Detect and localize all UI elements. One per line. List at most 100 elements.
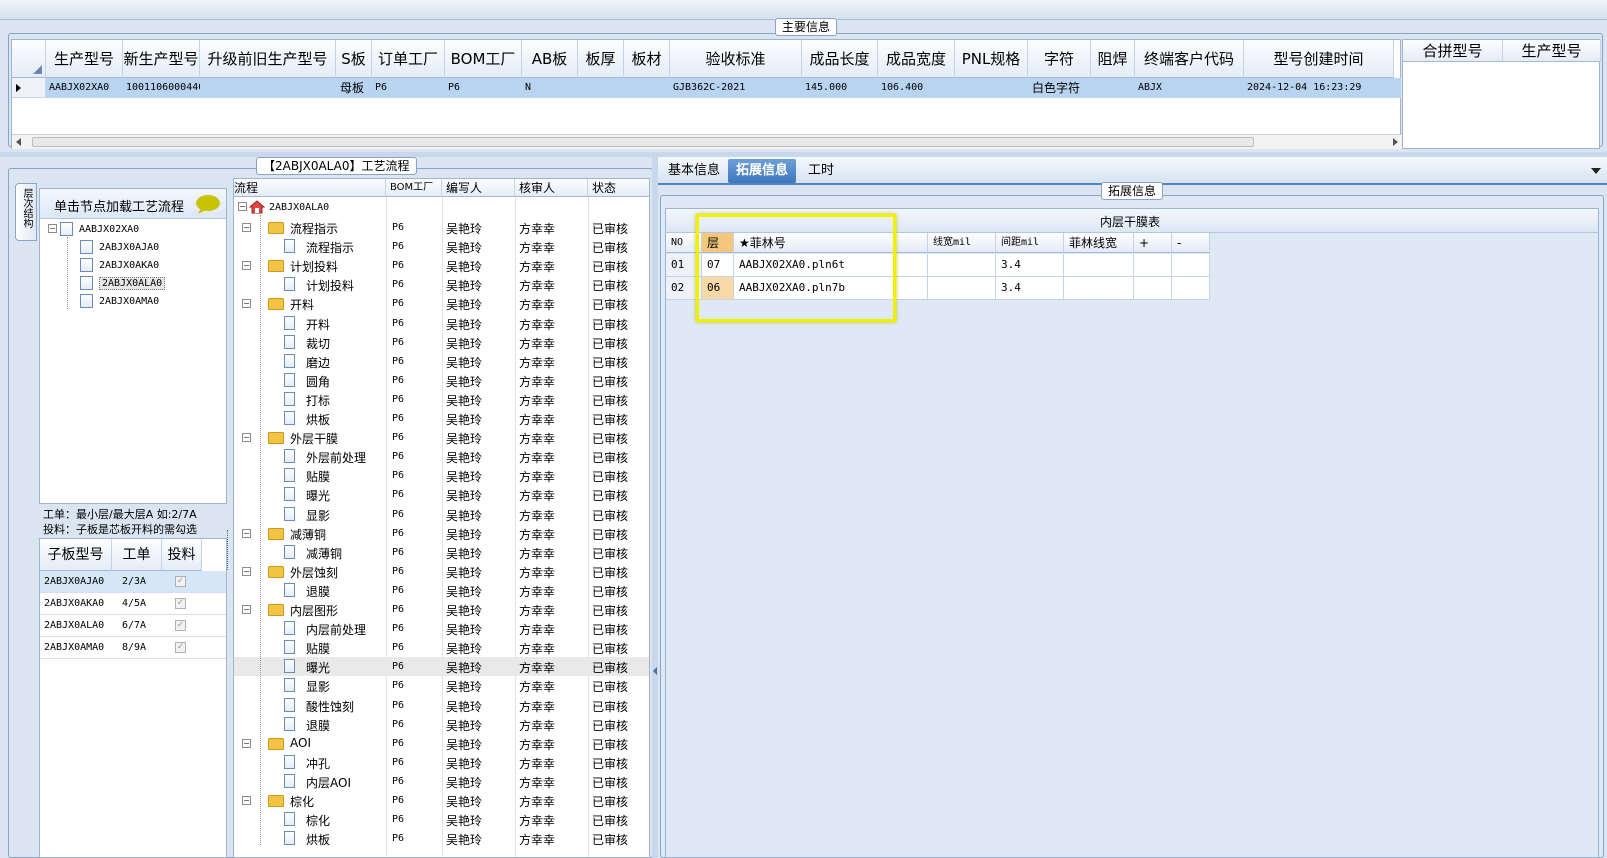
main-col-header[interactable]: 新生产型号 bbox=[123, 40, 200, 78]
flow-row[interactable]: − 流程指示 P6 吴艳玲 方幸幸 已审核 bbox=[234, 218, 649, 237]
dryfilm-cell[interactable] bbox=[1064, 254, 1134, 277]
dryfilm-cell[interactable] bbox=[928, 277, 996, 300]
collapse-icon[interactable]: − bbox=[242, 299, 251, 309]
feed-checkbox[interactable]: ✓ bbox=[175, 576, 186, 587]
main-col-header[interactable]: 验收标准 bbox=[670, 40, 802, 78]
flow-col-header[interactable]: 流程 bbox=[234, 179, 386, 197]
flow-row[interactable]: 显影 P6 吴艳玲 方幸幸 已审核 bbox=[234, 505, 649, 524]
flow-row[interactable]: 外层前处理 P6 吴艳玲 方幸幸 已审核 bbox=[234, 447, 649, 466]
flow-row[interactable]: − 内层图形 P6 吴艳玲 方幸幸 已审核 bbox=[234, 600, 649, 619]
main-cell[interactable]: 106.400 bbox=[878, 78, 955, 98]
main-cell[interactable]: P6 bbox=[372, 78, 445, 98]
main-col-header[interactable]: 型号创建时间 bbox=[1244, 40, 1394, 78]
flow-row[interactable]: 裁切 P6 吴艳玲 方幸幸 已审核 bbox=[234, 333, 649, 352]
main-cell[interactable] bbox=[624, 78, 670, 98]
flow-row[interactable]: 内层前处理 P6 吴艳玲 方幸幸 已审核 bbox=[234, 619, 649, 638]
dryfilm-col-header[interactable]: 间距mil bbox=[996, 233, 1064, 253]
dryfilm-action-cell[interactable] bbox=[1172, 277, 1210, 300]
flow-row[interactable]: 圆角 P6 吴艳玲 方幸幸 已审核 bbox=[234, 371, 649, 390]
splitter-handle[interactable] bbox=[227, 530, 231, 570]
main-col-header[interactable]: 成品长度 bbox=[802, 40, 878, 78]
flow-row[interactable]: 减薄铜 P6 吴艳玲 方幸幸 已审核 bbox=[234, 543, 649, 562]
feed-checkbox[interactable]: ✓ bbox=[175, 620, 186, 631]
flow-col-header[interactable]: 状态 bbox=[588, 179, 649, 197]
scroll-left-arrow[interactable] bbox=[16, 138, 21, 146]
tree-node[interactable]: 2ABJX0AJA0 bbox=[80, 239, 159, 257]
feed-checkbox[interactable]: ✓ bbox=[175, 598, 186, 609]
flow-row[interactable]: 显影 P6 吴艳玲 方幸幸 已审核 bbox=[234, 676, 649, 695]
merge-col-header[interactable]: 生产型号 bbox=[1503, 40, 1601, 62]
main-cell[interactable]: GJB362C-2021 bbox=[670, 78, 802, 98]
tab-work-hours[interactable]: 工时 bbox=[800, 159, 842, 183]
flow-row[interactable]: 棕化 P6 吴艳玲 方幸幸 已审核 bbox=[234, 810, 649, 829]
main-cell[interactable] bbox=[1091, 78, 1135, 98]
hscroll-thumb[interactable] bbox=[32, 137, 1254, 147]
tree-node[interactable]: − AABJX02XA0 bbox=[48, 221, 139, 239]
main-col-header[interactable]: S板 bbox=[336, 40, 372, 78]
flow-col-header[interactable]: 核审人 bbox=[515, 179, 588, 197]
load-process-bar[interactable]: 单击节点加载工艺流程 bbox=[40, 189, 226, 219]
dryfilm-col-header[interactable]: 线宽mil bbox=[928, 233, 996, 253]
main-col-header[interactable]: BOM工厂 bbox=[445, 40, 522, 78]
main-cell[interactable]: N bbox=[522, 78, 578, 98]
subboard-col-header[interactable]: 投料 bbox=[162, 539, 202, 571]
flow-row[interactable]: 内层AOI P6 吴艳玲 方幸幸 已审核 bbox=[234, 772, 649, 791]
collapse-icon[interactable]: − bbox=[242, 566, 251, 576]
main-cell[interactable]: 10011060004409 bbox=[123, 78, 200, 98]
dryfilm-cell[interactable]: 3.4 bbox=[996, 277, 1064, 300]
dryfilm-col-header[interactable]: - bbox=[1172, 233, 1210, 253]
collapse-icon[interactable]: − bbox=[242, 796, 251, 805]
flow-row[interactable]: − 外层蚀刻 P6 吴艳玲 方幸幸 已审核 bbox=[234, 562, 649, 581]
dryfilm-col-header[interactable]: 菲林线宽 bbox=[1064, 233, 1134, 253]
flow-row[interactable]: − 开料 P6 吴艳玲 方幸幸 已审核 bbox=[234, 294, 649, 313]
main-col-header[interactable]: 终端客户代码 bbox=[1135, 40, 1244, 78]
scroll-right-arrow[interactable] bbox=[1393, 138, 1398, 146]
collapse-icon[interactable]: − bbox=[242, 261, 251, 271]
main-info-row[interactable]: AABJX02XA010011060004409母板P6P6NGJB362C-2… bbox=[46, 78, 1401, 98]
flow-row[interactable]: 贴膜 P6 吴艳玲 方幸幸 已审核 bbox=[234, 638, 649, 657]
main-col-header[interactable]: AB板 bbox=[522, 40, 578, 78]
collapse-icon[interactable]: − bbox=[48, 224, 57, 233]
main-cell[interactable]: 母板 bbox=[336, 78, 372, 98]
main-cell[interactable]: 145.000 bbox=[802, 78, 878, 98]
dryfilm-cell[interactable] bbox=[928, 254, 996, 277]
main-col-header[interactable]: 升级前旧生产型号 bbox=[200, 40, 336, 78]
flow-row[interactable]: 冲孔 P6 吴艳玲 方幸幸 已审核 bbox=[234, 753, 649, 772]
flow-row[interactable]: 退膜 P6 吴艳玲 方幸幸 已审核 bbox=[234, 715, 649, 734]
dryfilm-action-cell[interactable] bbox=[1134, 254, 1172, 277]
main-col-header[interactable]: 生产型号 bbox=[46, 40, 123, 78]
flow-row[interactable]: 酸性蚀刻 P6 吴艳玲 方幸幸 已审核 bbox=[234, 696, 649, 715]
flow-row[interactable]: 流程指示 P6 吴艳玲 方幸幸 已审核 bbox=[234, 237, 649, 256]
tree-node[interactable]: 2ABJX0AMA0 bbox=[80, 293, 159, 311]
flow-row[interactable]: 烘板 P6 吴艳玲 方幸幸 已审核 bbox=[234, 829, 649, 848]
flow-row[interactable]: 曝光 P6 吴艳玲 方幸幸 已审核 bbox=[234, 485, 649, 504]
main-cell[interactable]: AABJX02XA0 bbox=[46, 78, 123, 98]
flow-row[interactable]: 贴膜 P6 吴艳玲 方幸幸 已审核 bbox=[234, 466, 649, 485]
flow-col-header[interactable]: BOM工厂 bbox=[386, 179, 442, 197]
tree-node[interactable]: 2ABJX0AKA0 bbox=[80, 257, 159, 275]
main-col-header[interactable]: 阻焊 bbox=[1091, 40, 1135, 78]
dryfilm-action-cell[interactable] bbox=[1172, 254, 1210, 277]
flow-row[interactable]: 烘板 P6 吴艳玲 方幸幸 已审核 bbox=[234, 409, 649, 428]
main-col-header[interactable]: 订单工厂 bbox=[372, 40, 445, 78]
main-col-header[interactable]: 字符 bbox=[1028, 40, 1091, 78]
main-col-header[interactable]: 成品宽度 bbox=[878, 40, 955, 78]
flow-row[interactable]: − 棕化 P6 吴艳玲 方幸幸 已审核 bbox=[234, 791, 649, 810]
flow-row[interactable]: − 减薄铜 P6 吴艳玲 方幸幸 已审核 bbox=[234, 524, 649, 543]
subboard-col-header[interactable]: 工单 bbox=[112, 539, 162, 571]
main-cell[interactable]: 2024-12-04 16:23:29 bbox=[1244, 78, 1394, 98]
collapse-icon[interactable]: − bbox=[242, 528, 251, 538]
main-col-header[interactable]: PNL规格 bbox=[955, 40, 1028, 78]
main-col-header[interactable]: 板厚 bbox=[578, 40, 624, 78]
collapse-icon[interactable]: − bbox=[238, 202, 247, 211]
side-tab-hierarchy[interactable]: 层次结构 bbox=[15, 183, 37, 241]
collapse-icon[interactable]: − bbox=[242, 223, 251, 232]
main-cell[interactable] bbox=[200, 78, 336, 98]
flow-row[interactable]: 计划投料 P6 吴艳玲 方幸幸 已审核 bbox=[234, 275, 649, 294]
main-cell[interactable] bbox=[578, 78, 624, 98]
dryfilm-cell[interactable]: 3.4 bbox=[996, 254, 1064, 277]
splitter-vertical[interactable] bbox=[652, 157, 658, 858]
main-info-hscrollbar[interactable] bbox=[12, 134, 1402, 149]
main-info-row-indicator[interactable] bbox=[12, 78, 46, 98]
tree-node[interactable]: 2ABJX0ALA0 bbox=[80, 275, 166, 293]
